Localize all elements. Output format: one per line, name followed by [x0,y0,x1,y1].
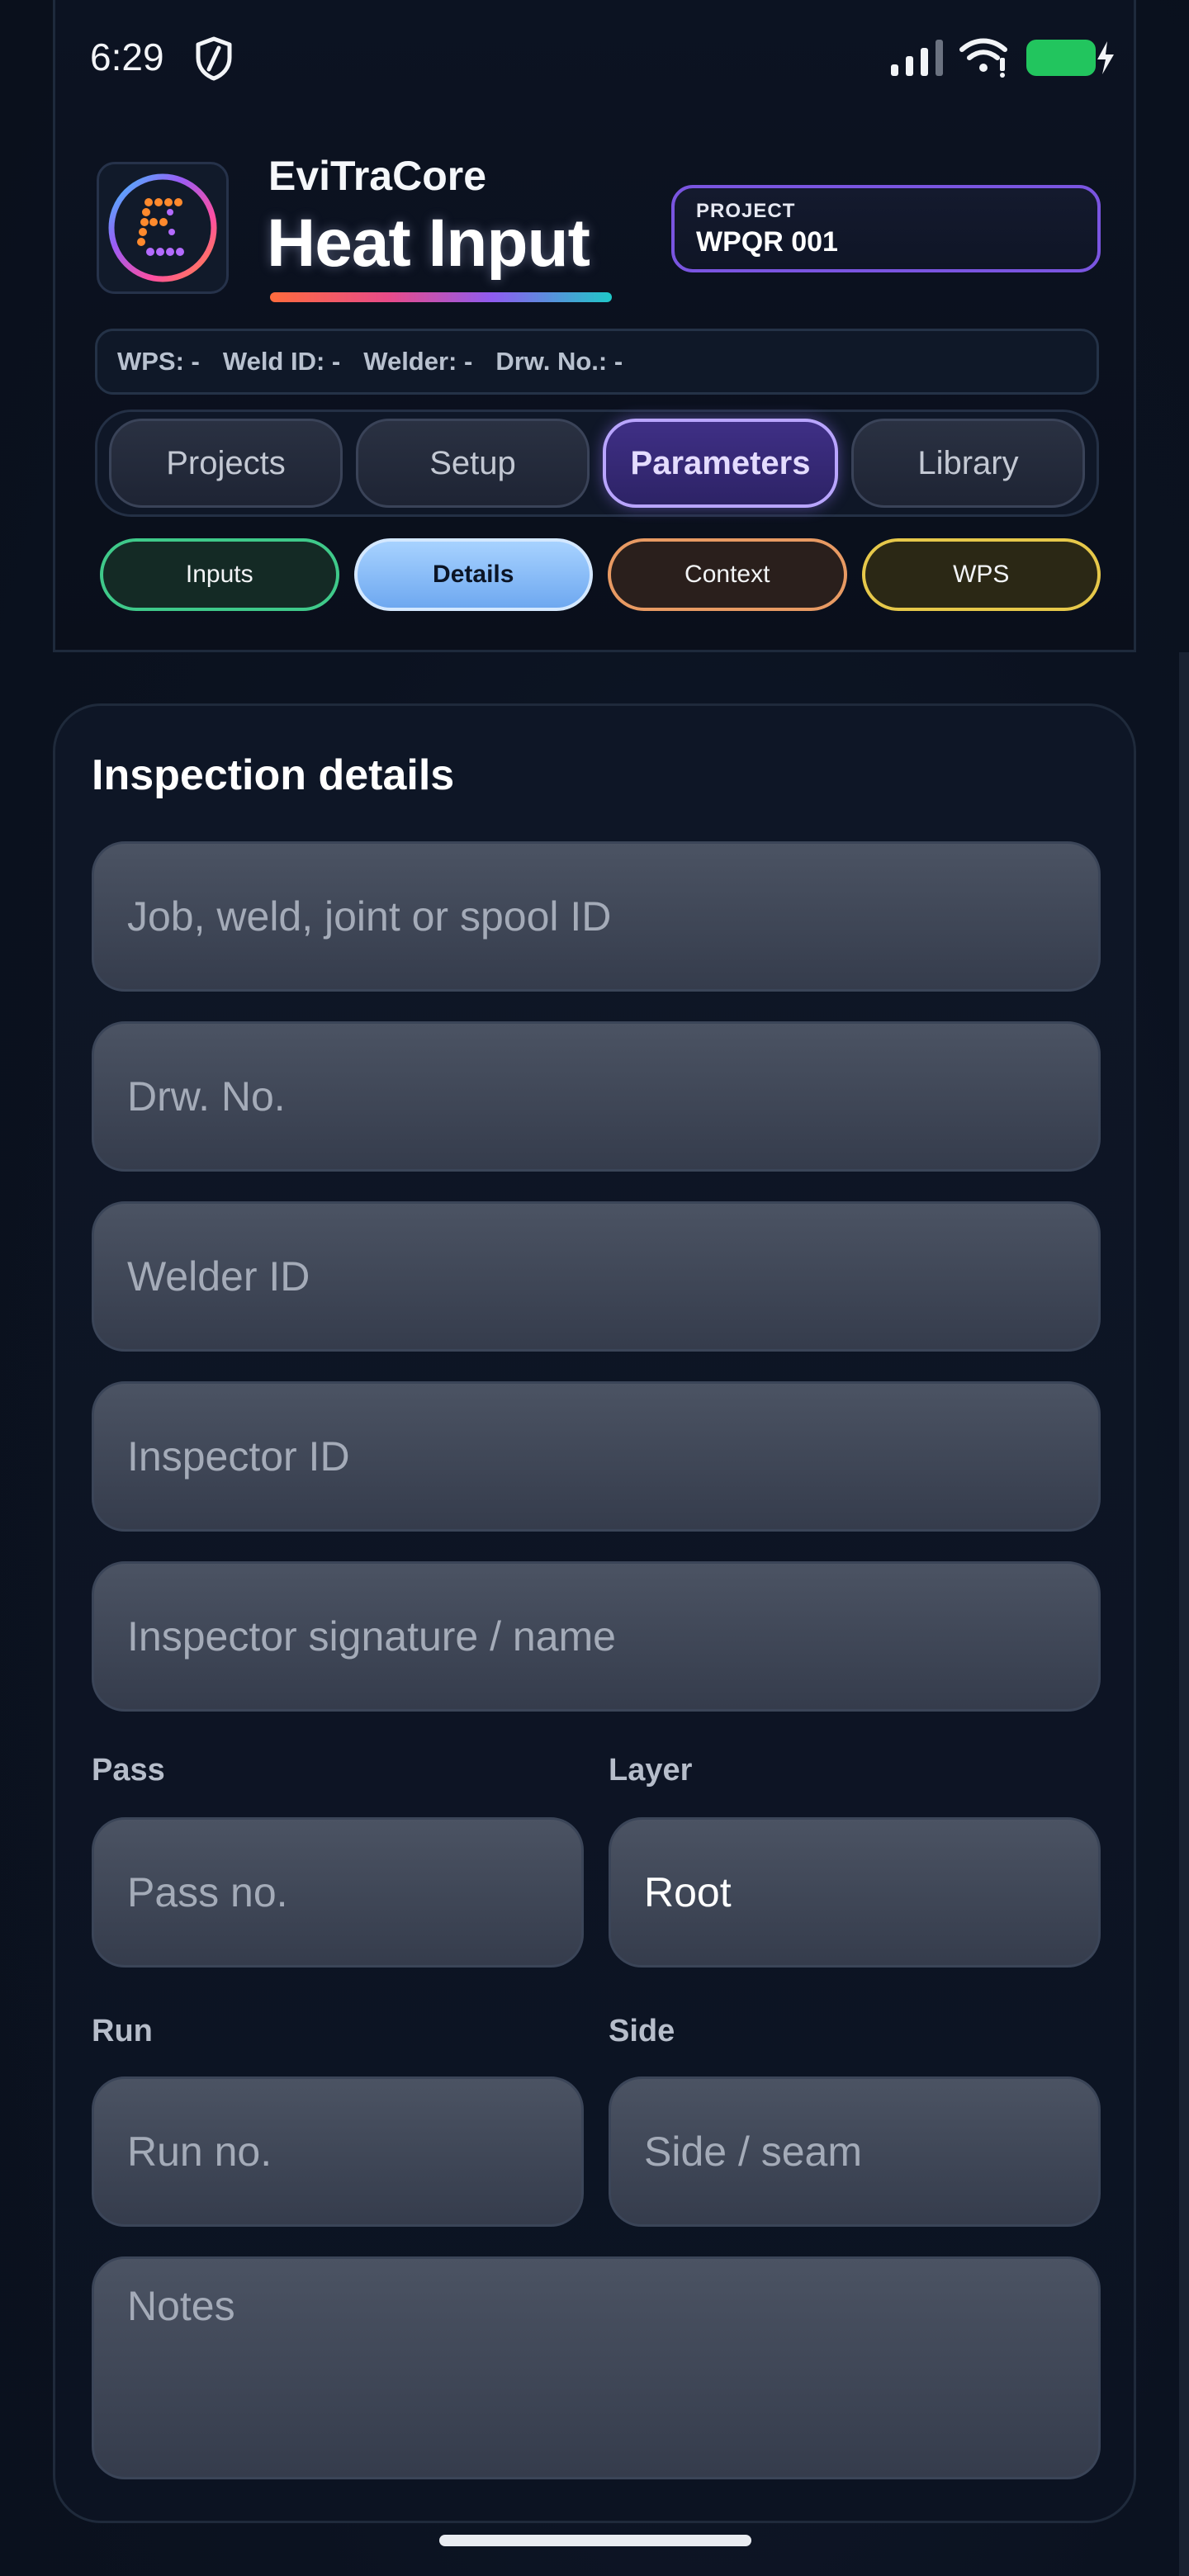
pass-no-placeholder: Pass no. [127,1869,288,1915]
layer-select[interactable]: Root [609,1817,1101,1968]
project-selector[interactable]: PROJECT WPQR 001 [671,185,1101,272]
pass-label: Pass [92,1753,165,1788]
project-value: WPQR 001 [696,226,838,258]
run-no-field[interactable]: Run no. [92,2076,584,2227]
pass-no-field[interactable]: Pass no. [92,1817,584,1968]
inspector-id-placeholder: Inspector ID [127,1433,350,1480]
side-label: Side [609,2014,675,2048]
tab-setup[interactable]: Setup [356,419,590,508]
app-logo [97,162,229,294]
job-id-placeholder: Job, weld, joint or spool ID [127,893,612,940]
job-id-field[interactable]: Job, weld, joint or spool ID [92,841,1101,992]
scrollbar[interactable] [1179,652,1189,2576]
subtab-inputs[interactable]: Inputs [100,538,339,611]
drw-no-placeholder: Drw. No. [127,1073,286,1120]
shield-icon [196,36,232,81]
section-title: Inspection details [92,751,455,799]
welder-id-field[interactable]: Welder ID [92,1201,1101,1352]
status-time: 6:29 [90,36,164,78]
drw-no-field[interactable]: Drw. No. [92,1021,1101,1172]
wifi-icon [959,38,1007,78]
tab-projects[interactable]: Projects [109,419,343,508]
inspector-signature-field[interactable]: Inspector signature / name [92,1561,1101,1712]
weld-meta-strip: WPS: - Weld ID: - Welder: - Drw. No.: - [95,329,1099,395]
battery-charging-icon [1026,40,1114,76]
side-seam-placeholder: Side / seam [644,2129,863,2175]
inspector-id-field[interactable]: Inspector ID [92,1381,1101,1532]
welder-id-placeholder: Welder ID [127,1253,310,1300]
sub-tab-bar: Inputs Details Context WPS [100,538,1101,611]
inspection-details-card: Inspection details Job, weld, joint or s… [53,703,1136,2523]
side-seam-field[interactable]: Side / seam [609,2076,1101,2227]
tab-library[interactable]: Library [851,419,1085,508]
run-no-placeholder: Run no. [127,2129,272,2175]
title-underline [270,292,612,302]
inspector-signature-placeholder: Inspector signature / name [127,1613,616,1660]
subtab-context[interactable]: Context [608,538,847,611]
layer-value: Root [644,1869,732,1915]
project-label: PROJECT [696,200,796,222]
subtab-wps[interactable]: WPS [861,538,1101,611]
home-indicator [439,2535,751,2546]
main-tab-bar: Projects Setup Parameters Library [95,410,1099,517]
app-name: EviTraCore [268,153,487,199]
signal-icon [891,40,943,76]
subtab-details[interactable]: Details [353,538,593,611]
header-panel: 6:29 EviTraCore Heat Input PROJECT WPQR … [53,0,1136,652]
meta-drw-no: Drw. No.: - [495,347,623,376]
meta-wps: WPS: - [117,347,200,376]
meta-welder: Welder: - [363,347,473,376]
page-title: Heat Input [267,206,590,281]
notes-textarea[interactable]: Notes [92,2256,1101,2479]
meta-weld-id: Weld ID: - [222,347,341,376]
notes-placeholder: Notes [127,2283,235,2329]
tab-parameters[interactable]: Parameters [603,419,838,508]
layer-label: Layer [609,1753,693,1788]
run-label: Run [92,2014,153,2048]
status-bar: 6:29 [55,0,1134,116]
